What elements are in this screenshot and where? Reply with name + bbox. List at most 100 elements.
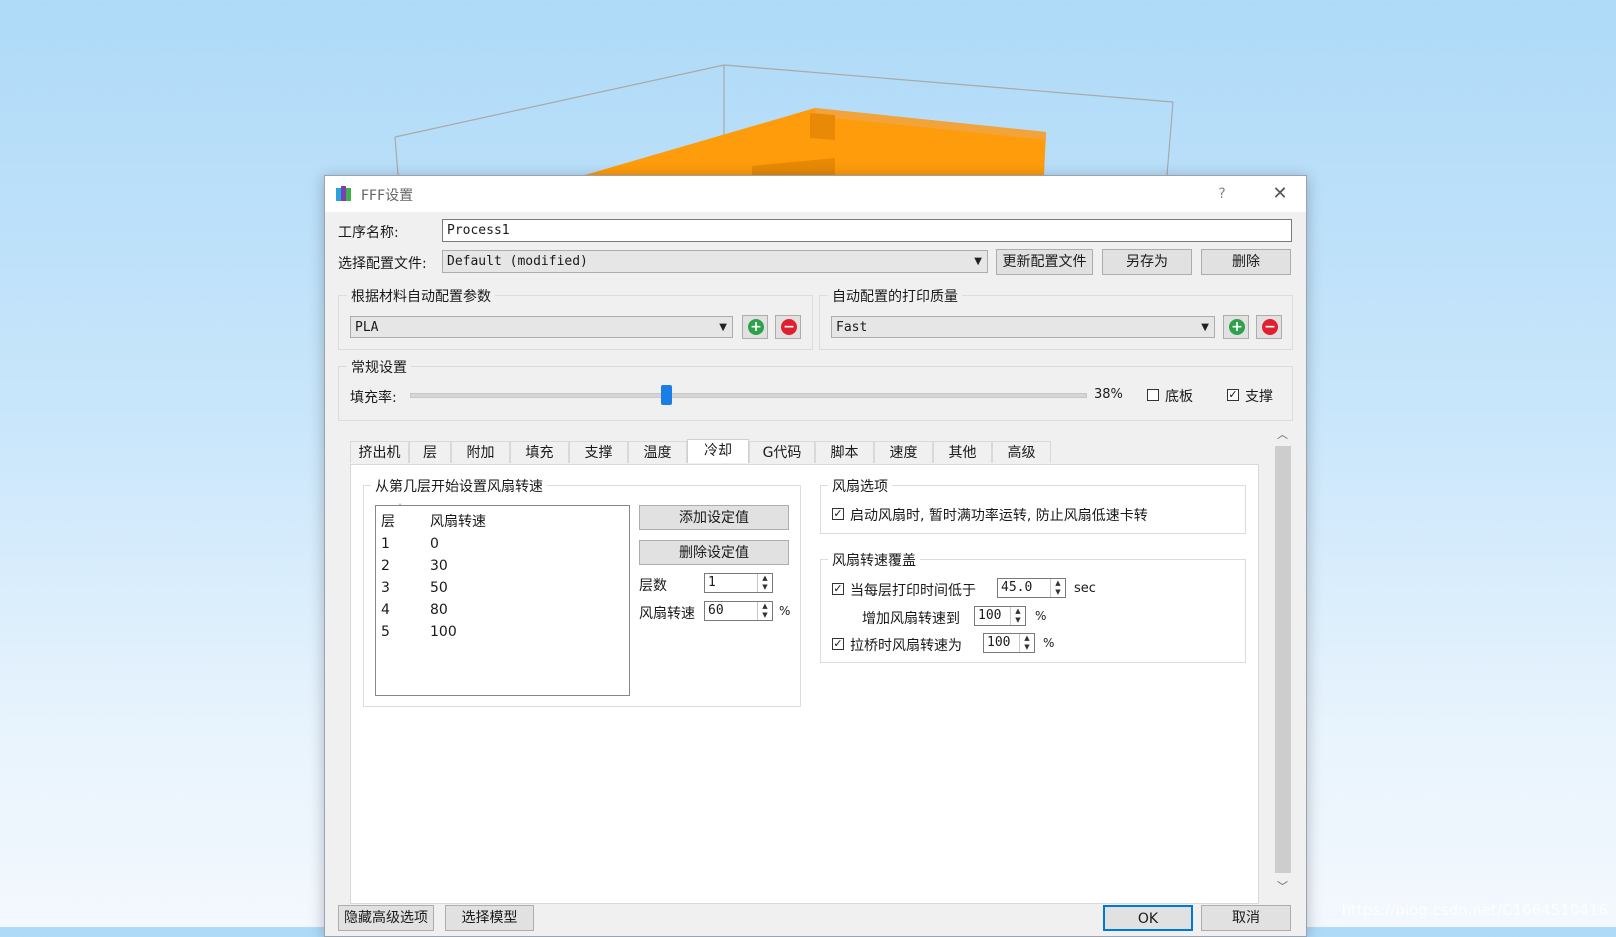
title-bar[interactable]: FFF设置 ? ✕: [325, 176, 1306, 212]
bridge-fan-unit: %: [1043, 636, 1055, 650]
raft-checkbox[interactable]: [1147, 389, 1159, 401]
scrollbar-thumb[interactable]: [1275, 446, 1291, 873]
save-as-button[interactable]: 另存为: [1102, 249, 1192, 275]
profile-select-value: Default (modified): [447, 254, 588, 269]
tab-infill[interactable]: 填充: [510, 441, 569, 463]
spin-arrows-icon[interactable]: ▲ ▼: [757, 574, 772, 592]
spin-arrows-icon[interactable]: ▲ ▼: [757, 602, 772, 620]
increase-fan-label: 增加风扇转速到: [862, 611, 960, 627]
quality-group-title: 自动配置的打印质量: [828, 286, 962, 306]
table-row-layer[interactable]: 1: [381, 536, 390, 552]
table-row-layer[interactable]: 5: [381, 624, 390, 640]
table-row-layer[interactable]: 4: [381, 602, 390, 618]
tab-gcode[interactable]: G代码: [749, 441, 815, 463]
remove-quality-button[interactable]: −: [1256, 315, 1282, 339]
scroll-down-icon[interactable]: ﹀: [1274, 878, 1291, 894]
ok-button[interactable]: OK: [1103, 905, 1193, 931]
layer-number-value: 1: [708, 575, 716, 590]
add-material-button[interactable]: +: [742, 315, 768, 339]
spin-arrows-icon[interactable]: ▲ ▼: [1050, 579, 1065, 597]
hide-advanced-button[interactable]: 隐藏高级选项: [338, 905, 434, 931]
increase-fan-input[interactable]: 100 ▲ ▼: [974, 606, 1026, 626]
support-checkbox[interactable]: ✓: [1227, 389, 1239, 401]
table-row-speed[interactable]: 100: [430, 624, 457, 640]
dialog-title: FFF设置: [361, 188, 414, 204]
fan-speed-input[interactable]: 60 ▲ ▼: [704, 601, 773, 621]
process-name-label: 工序名称:: [338, 225, 399, 241]
delete-profile-button[interactable]: 删除: [1201, 249, 1291, 275]
table-row-layer[interactable]: 3: [381, 580, 390, 596]
chevron-down-icon: ▼: [974, 256, 982, 267]
tab-advanced[interactable]: 高级: [992, 441, 1051, 463]
column-header-layer[interactable]: 层: [381, 511, 395, 531]
add-quality-button[interactable]: +: [1223, 315, 1249, 339]
infill-slider-thumb[interactable]: [661, 385, 672, 405]
fan-layers-title: 从第几层开始设置风扇转速: [371, 476, 547, 496]
bridge-fan-value: 100: [987, 635, 1011, 650]
tab-support[interactable]: 支撑: [569, 441, 628, 463]
close-button[interactable]: ✕: [1268, 182, 1292, 206]
general-settings-title: 常规设置: [347, 357, 411, 377]
tab-cooling[interactable]: 冷却: [687, 439, 749, 463]
remove-setpoint-button[interactable]: 删除设定值: [639, 540, 789, 565]
table-row-speed[interactable]: 30: [430, 558, 448, 574]
tab-other[interactable]: 其他: [933, 441, 992, 463]
tab-extruder[interactable]: 挤出机: [350, 441, 409, 463]
layer-time-value: 45.0: [1001, 580, 1033, 595]
layer-time-input[interactable]: 45.0 ▲ ▼: [997, 578, 1066, 598]
layer-time-label: 当每层打印时间低于: [850, 583, 976, 599]
help-button[interactable]: ?: [1212, 184, 1232, 204]
table-row-speed[interactable]: 50: [430, 580, 448, 596]
fan-speed-table[interactable]: 层 ˅ 风扇转速 1 0 2 30 3 50 4 80 5 100: [375, 503, 630, 696]
add-setpoint-button[interactable]: 添加设定值: [639, 505, 789, 530]
quality-select-value: Fast: [836, 320, 868, 335]
minus-icon: −: [781, 319, 797, 335]
settings-scrollbar[interactable]: ︿ ﹀: [1273, 426, 1293, 896]
select-model-button[interactable]: 选择模型: [445, 905, 534, 931]
increase-fan-unit: %: [1035, 609, 1047, 623]
fan-speed-label: 风扇转速: [639, 606, 695, 622]
material-select-value: PLA: [355, 320, 379, 335]
plus-icon: +: [1229, 319, 1245, 335]
layer-number-input[interactable]: 1 ▲ ▼: [704, 573, 773, 593]
infill-label: 填充率:: [350, 390, 397, 406]
material-select[interactable]: PLA ▼: [350, 316, 733, 338]
support-label: 支撑: [1245, 389, 1273, 405]
fan-kickstart-label: 启动风扇时, 暂时满功率运转, 防止风扇低速卡转: [850, 508, 1148, 524]
layer-number-label: 层数: [639, 578, 667, 594]
bridge-fan-label: 拉桥时风扇转速为: [850, 638, 962, 654]
infill-slider-track[interactable]: [410, 393, 1087, 398]
profile-select[interactable]: Default (modified) ▼: [442, 250, 988, 273]
spin-arrows-icon[interactable]: ▲ ▼: [1019, 634, 1034, 652]
remove-material-button[interactable]: −: [775, 315, 801, 339]
column-header-speed[interactable]: 风扇转速: [430, 511, 486, 531]
settings-tabs: 挤出机 层 附加 填充 支撑 温度 冷却 G代码 脚本 速度 其他 高级: [350, 439, 1051, 465]
table-row-speed[interactable]: 0: [430, 536, 439, 552]
table-row-layer[interactable]: 2: [381, 558, 390, 574]
process-name-input[interactable]: Process1: [442, 219, 1292, 242]
tab-temperature[interactable]: 温度: [628, 441, 687, 463]
cooling-tab-panel: 从第几层开始设置风扇转速 层 ˅ 风扇转速 1 0 2 30 3 50 4 80…: [350, 464, 1259, 904]
raft-label: 底板: [1165, 389, 1193, 405]
quality-select[interactable]: Fast ▼: [831, 316, 1215, 338]
update-profile-button[interactable]: 更新配置文件: [996, 249, 1093, 275]
spin-arrows-icon[interactable]: ▲ ▼: [1010, 607, 1025, 625]
table-row-speed[interactable]: 80: [430, 602, 448, 618]
sort-chevron-icon: ˅: [398, 503, 402, 512]
layer-time-checkbox[interactable]: ✓: [832, 583, 844, 595]
fan-options-title: 风扇选项: [828, 476, 892, 496]
cancel-button[interactable]: 取消: [1201, 905, 1291, 931]
tab-additions[interactable]: 附加: [451, 441, 510, 463]
fan-speed-unit: %: [779, 604, 791, 618]
fan-kickstart-checkbox[interactable]: ✓: [832, 508, 844, 520]
bridge-fan-input[interactable]: 100 ▲ ▼: [983, 633, 1035, 653]
minus-icon: −: [1262, 319, 1278, 335]
tab-layer[interactable]: 层: [409, 441, 451, 463]
chevron-down-icon: ▼: [1201, 322, 1209, 333]
bridge-fan-checkbox[interactable]: ✓: [832, 638, 844, 650]
tab-scripts[interactable]: 脚本: [815, 441, 874, 463]
tab-speed[interactable]: 速度: [874, 441, 933, 463]
scroll-up-icon[interactable]: ︿: [1274, 426, 1291, 442]
fff-settings-dialog: FFF设置 ? ✕ 工序名称: Process1 选择配置文件: Default…: [324, 175, 1307, 937]
infill-value: 38%: [1094, 387, 1123, 402]
